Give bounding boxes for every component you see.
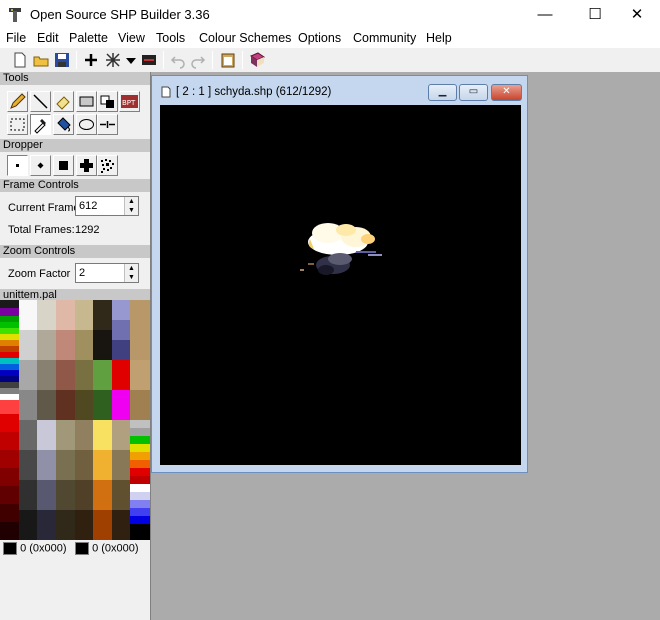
svg-text:BPT: BPT — [122, 99, 136, 107]
menu-help[interactable]: Help — [426, 31, 452, 45]
document-icon — [161, 86, 171, 98]
right-swatch-label: 0 (0x000) — [92, 542, 139, 555]
total-frames-label: Total Frames: — [8, 224, 75, 236]
close-button[interactable]: ✕ — [614, 0, 660, 30]
toolbar — [0, 48, 660, 72]
left-swatch-label: 0 (0x000) — [20, 542, 67, 555]
shp-child-window[interactable]: [ 2 : 1 ] schyda.shp (612/1292) ▁ ▭ ✕ — [151, 75, 528, 473]
brush-size-4[interactable] — [76, 155, 97, 176]
undo-icon[interactable] — [169, 51, 187, 69]
brush-size-3[interactable] — [53, 155, 74, 176]
menu-file[interactable]: File — [6, 31, 26, 45]
fill-bucket-tool[interactable] — [53, 114, 74, 135]
brush-dot-2-icon — [37, 162, 44, 169]
fill-bucket-icon — [57, 117, 71, 132]
zoom-factor-value: 2 — [79, 267, 86, 279]
crosshair-icon — [100, 121, 115, 128]
bpt-tool[interactable]: BPT — [119, 91, 140, 112]
current-frame-value: 612 — [79, 200, 98, 212]
tools-header: Tools — [0, 72, 150, 85]
dropdown-arrow-icon[interactable] — [122, 51, 140, 69]
menu-tools[interactable]: Tools — [156, 31, 185, 45]
line-tool[interactable] — [30, 91, 51, 112]
fill-rect-icon — [100, 95, 114, 108]
child-restore-button[interactable]: ▭ — [459, 84, 488, 101]
open-folder-icon[interactable] — [32, 51, 50, 69]
add-frame-icon[interactable] — [82, 51, 100, 69]
right-color-swatch: 0 (0x000) — [75, 542, 139, 555]
brush-size-2[interactable] — [30, 155, 51, 176]
brush-square-icon — [59, 161, 68, 170]
current-frame-label: Current Frame — [8, 202, 80, 214]
brush-size-1[interactable] — [7, 155, 28, 176]
mdi-workspace: [ 2 : 1 ] schyda.shp (612/1292) ▁ ▭ ✕ — [150, 72, 660, 620]
frame-controls-header: Frame Controls — [0, 179, 150, 192]
sprite-canvas[interactable] — [160, 105, 521, 465]
menu-view[interactable]: View — [118, 31, 145, 45]
menu-community[interactable]: Community — [353, 31, 416, 45]
brush-spray[interactable] — [97, 155, 118, 176]
dropper-header: Dropper — [0, 139, 150, 152]
menu-colour-schemes[interactable]: Colour Schemes — [199, 31, 291, 45]
window-title: Open Source SHP Builder 3.36 — [30, 7, 210, 22]
child-window-title: [ 2 : 1 ] schyda.shp (612/1292) — [176, 86, 332, 98]
menu-palette[interactable]: Palette — [69, 31, 108, 45]
book-icon[interactable] — [248, 51, 266, 69]
brush-cross-icon — [80, 159, 93, 172]
zoom-controls-header: Zoom Controls — [0, 245, 150, 258]
zoom-spinner-arrows-icon[interactable]: ▲ ▼ — [124, 264, 138, 282]
child-minimize-button[interactable]: ▁ — [428, 84, 457, 101]
spray-icon — [101, 159, 114, 173]
total-frames-value: 1292 — [75, 224, 100, 236]
bpt-icon: BPT — [121, 95, 138, 108]
dropper-tool[interactable] — [30, 114, 51, 135]
zoom-factor-label: Zoom Factor — [8, 268, 71, 280]
maximize-button[interactable]: ☐ — [572, 0, 618, 30]
dropper-icon — [34, 119, 46, 134]
menu-options[interactable]: Options — [298, 31, 341, 45]
menu-edit[interactable]: Edit — [37, 31, 59, 45]
crosshair-tool[interactable] — [97, 114, 118, 135]
select-icon — [10, 118, 25, 131]
rectangle-icon — [79, 96, 94, 107]
save-icon[interactable] — [53, 51, 71, 69]
line-icon — [33, 94, 48, 109]
spinner-arrows-icon[interactable]: ▲ ▼ — [124, 197, 138, 215]
current-frame-spinner[interactable]: 612 ▲ ▼ — [75, 196, 139, 216]
preview-icon[interactable] — [140, 51, 158, 69]
title-bar: Open Source SHP Builder 3.36 — ☐ ✕ — [0, 0, 660, 30]
left-color-swatch: 0 (0x000) — [3, 542, 67, 555]
rectangle-tool[interactable] — [76, 91, 97, 112]
ellipse-tool[interactable] — [76, 114, 97, 135]
palette-grid[interactable] — [0, 300, 150, 540]
menu-bar: File Edit Palette View Tools Colour Sche… — [0, 30, 660, 48]
sprite-frame-image — [300, 223, 382, 275]
fill-rect-tool[interactable] — [97, 91, 118, 112]
minimize-button[interactable]: — — [522, 0, 568, 30]
checker-icon[interactable] — [104, 51, 122, 69]
child-close-button[interactable]: ✕ — [491, 84, 522, 101]
select-tool[interactable] — [7, 114, 28, 135]
new-file-icon[interactable] — [11, 51, 29, 69]
clipboard-icon[interactable] — [219, 51, 237, 69]
eraser-icon — [56, 96, 70, 110]
redo-icon[interactable] — [189, 51, 207, 69]
app-icon — [9, 8, 21, 22]
zoom-factor-spinner[interactable]: 2 ▲ ▼ — [75, 263, 139, 283]
brush-dot-1-icon — [16, 164, 19, 167]
ellipse-icon — [79, 119, 94, 130]
pencil-icon — [10, 93, 26, 109]
right-swatch-box[interactable] — [75, 542, 89, 555]
pencil-tool[interactable] — [7, 91, 28, 112]
eraser-tool[interactable] — [53, 91, 74, 112]
left-swatch-box[interactable] — [3, 542, 17, 555]
